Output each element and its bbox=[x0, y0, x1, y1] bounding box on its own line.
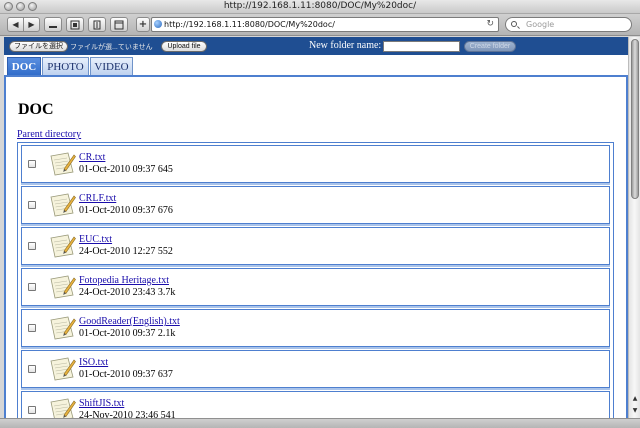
no-file-label: ファイルが選...ていません bbox=[70, 44, 153, 51]
parent-directory-link[interactable]: Parent directory bbox=[17, 129, 81, 140]
window-icon bbox=[114, 20, 124, 29]
create-folder-button[interactable]: Create folder bbox=[464, 41, 516, 52]
globe-icon bbox=[154, 20, 162, 28]
tab-doc[interactable]: DOC bbox=[7, 57, 41, 76]
file-meta: 24-Nov-2010 23:46 541 bbox=[79, 410, 176, 418]
text-file-icon bbox=[50, 193, 76, 217]
address-text: http://192.168.1.11:8080/DOC/My%20doc/ bbox=[164, 20, 335, 29]
plus-icon: + bbox=[138, 19, 148, 30]
file-row: CRLF.txt 01-Oct-2010 09:37 676 bbox=[21, 186, 610, 224]
file-checkbox[interactable] bbox=[28, 406, 36, 414]
page-title: DOC bbox=[18, 101, 54, 118]
forward-button[interactable]: ▶ bbox=[23, 17, 40, 32]
search-placeholder: Google bbox=[526, 20, 555, 29]
text-file-icon bbox=[50, 234, 76, 258]
forward-arrow-icon: ▶ bbox=[28, 20, 35, 29]
search-icon bbox=[511, 21, 517, 27]
file-checkbox[interactable] bbox=[28, 324, 36, 332]
upload-file-button[interactable]: Upload file bbox=[161, 41, 207, 52]
address-bar[interactable]: http://192.168.1.11:8080/DOC/My%20doc/ ↻ bbox=[151, 17, 499, 32]
window-button[interactable] bbox=[110, 17, 128, 32]
scroll-up-icon[interactable]: ▲ bbox=[629, 394, 640, 404]
text-file-icon bbox=[50, 275, 76, 299]
file-meta: 01-Oct-2010 09:37 2.1k bbox=[79, 328, 176, 339]
file-meta: 01-Oct-2010 09:37 637 bbox=[79, 369, 173, 380]
file-row: CR.txt 01-Oct-2010 09:37 645 bbox=[21, 145, 610, 183]
search-field[interactable]: Google bbox=[505, 17, 632, 32]
page-icon bbox=[93, 20, 101, 29]
minimize-toolbar-button[interactable] bbox=[44, 17, 62, 32]
file-name-link[interactable]: ISO.txt bbox=[79, 357, 108, 368]
content-frame: DOC Parent directory CR.txt 01-Oct-2010 … bbox=[4, 75, 628, 418]
text-file-icon bbox=[50, 357, 76, 381]
scrollbar-thumb[interactable] bbox=[631, 39, 639, 199]
back-arrow-icon: ◀ bbox=[12, 20, 19, 29]
file-checkbox[interactable] bbox=[28, 201, 36, 209]
panel-icon bbox=[70, 20, 80, 29]
category-tabs: DOC PHOTO VIDEO bbox=[4, 57, 628, 76]
window-title-bar: http://192.168.1.11:8080/DOC/My%20doc/ bbox=[0, 0, 640, 14]
file-row: ISO.txt 01-Oct-2010 09:37 637 bbox=[21, 350, 610, 388]
tab-photo[interactable]: PHOTO bbox=[42, 57, 89, 76]
text-file-icon bbox=[50, 316, 76, 340]
dash-icon bbox=[49, 25, 57, 28]
new-folder-input[interactable] bbox=[383, 41, 460, 52]
file-list: CR.txt 01-Oct-2010 09:37 645 CRLF.txt 01… bbox=[17, 142, 614, 418]
browser-toolbar: ◀ ▶ + http://192.168.1.11:8080/DOC/My%20… bbox=[0, 14, 640, 36]
text-file-icon bbox=[50, 398, 76, 418]
vertical-scrollbar[interactable]: ▲ ▼ bbox=[628, 37, 640, 418]
file-row: ShiftJIS.txt 24-Nov-2010 23:46 541 bbox=[21, 391, 610, 418]
file-checkbox[interactable] bbox=[28, 365, 36, 373]
file-name-link[interactable]: CRLF.txt bbox=[79, 193, 116, 204]
file-checkbox[interactable] bbox=[28, 242, 36, 250]
page-button[interactable] bbox=[88, 17, 106, 32]
file-checkbox[interactable] bbox=[28, 283, 36, 291]
file-meta: 01-Oct-2010 09:37 645 bbox=[79, 164, 173, 175]
file-checkbox[interactable] bbox=[28, 160, 36, 168]
file-meta: 24-Oct-2010 23:43 3.7k bbox=[79, 287, 176, 298]
file-name-link[interactable]: CR.txt bbox=[79, 152, 105, 163]
file-meta: 01-Oct-2010 09:37 676 bbox=[79, 205, 173, 216]
file-name-link[interactable]: GoodReader(English).txt bbox=[79, 316, 180, 327]
file-row: GoodReader(English).txt 01-Oct-2010 09:3… bbox=[21, 309, 610, 347]
add-bookmark-button[interactable]: + bbox=[136, 17, 150, 32]
choose-file-button[interactable]: ファイルを選択 bbox=[9, 41, 68, 52]
scroll-down-icon[interactable]: ▼ bbox=[629, 406, 640, 416]
sidebar-toggle-button[interactable] bbox=[66, 17, 84, 32]
page-viewport: ファイルを選択 ファイルが選...ていません Upload file New f… bbox=[4, 37, 628, 418]
status-bar bbox=[0, 418, 640, 428]
window-title: http://192.168.1.11:8080/DOC/My%20doc/ bbox=[223, 1, 417, 11]
text-file-icon bbox=[50, 152, 76, 176]
file-row: Fotopedia Heritage.txt 24-Oct-2010 23:43… bbox=[21, 268, 610, 306]
file-name-link[interactable]: ShiftJIS.txt bbox=[79, 398, 124, 409]
file-meta: 24-Oct-2010 12:27 552 bbox=[79, 246, 173, 257]
tab-video[interactable]: VIDEO bbox=[90, 57, 133, 76]
back-button[interactable]: ◀ bbox=[7, 17, 24, 32]
new-folder-label: New folder name: bbox=[309, 40, 382, 51]
reload-icon[interactable]: ↻ bbox=[486, 18, 494, 31]
file-name-link[interactable]: Fotopedia Heritage.txt bbox=[79, 275, 169, 286]
upload-bar: ファイルを選択 ファイルが選...ていません Upload file New f… bbox=[4, 37, 628, 55]
file-row: EUC.txt 24-Oct-2010 12:27 552 bbox=[21, 227, 610, 265]
file-name-link[interactable]: EUC.txt bbox=[79, 234, 112, 245]
